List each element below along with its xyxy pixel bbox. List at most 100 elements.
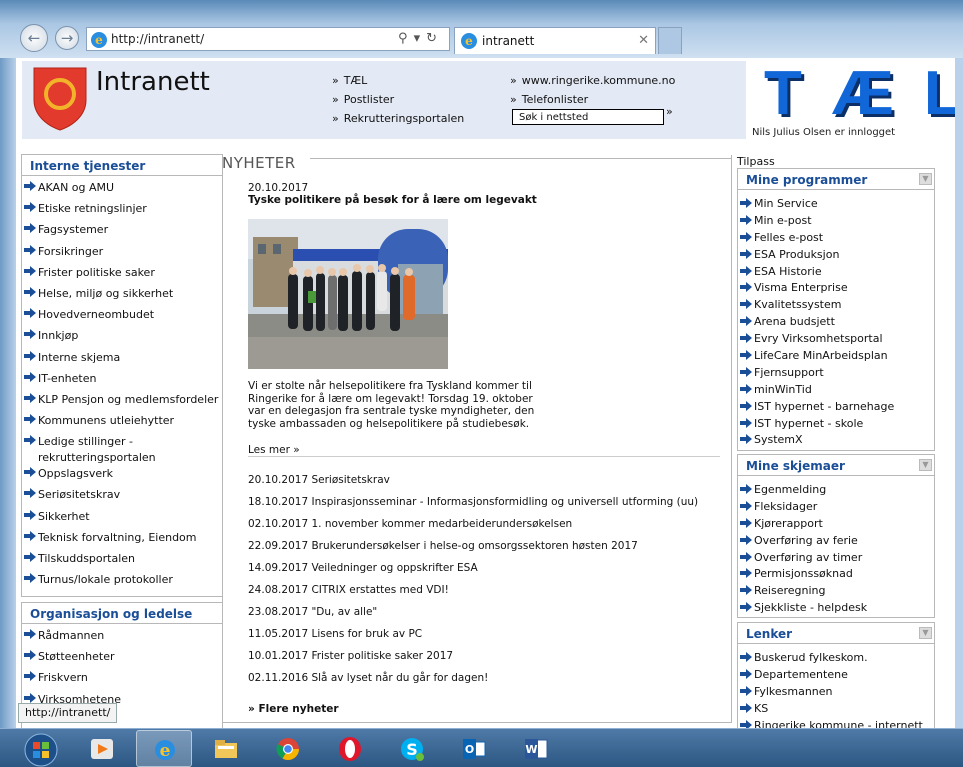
news-item-title[interactable]: CITRIX erstattes med VDI! <box>311 584 448 596</box>
lenke-item[interactable]: Ringerike kommune - internett <box>738 717 934 728</box>
taskbar-file-explorer[interactable] <box>198 730 254 767</box>
program-item[interactable]: Evry Virksomhetsportal <box>738 330 934 347</box>
organisasjon-item[interactable]: Friskvern <box>22 668 222 689</box>
program-item[interactable]: ESA Historie <box>738 263 934 280</box>
interne-tjenester-item[interactable]: Fagsystemer <box>22 220 222 241</box>
skjema-item[interactable]: Egenmelding <box>738 481 934 498</box>
program-item[interactable]: Felles e-post <box>738 229 934 246</box>
interne-tjenester-item[interactable]: Kommunens utleiehytter <box>22 411 222 432</box>
interne-tjenester-item[interactable]: Frister politiske saker <box>22 263 222 284</box>
program-item[interactable]: Visma Enterprise <box>738 279 934 296</box>
news-item-title[interactable]: Lisens for bruk av PC <box>311 628 422 640</box>
taskbar-chrome[interactable] <box>260 730 316 767</box>
address-bar[interactable]: e http://intranett/ ⚲▾↻ <box>86 27 450 51</box>
news-item[interactable]: 24.08.2017 CITRIX erstattes med VDI! <box>248 580 728 602</box>
program-label[interactable]: minWinTid <box>754 383 812 396</box>
program-item[interactable]: minWinTid <box>738 381 934 398</box>
program-item[interactable]: Kvalitetssystem <box>738 296 934 313</box>
news-item[interactable]: 02.10.2017 1. november kommer medarbeide… <box>248 514 728 536</box>
skjema-item[interactable]: Sjekkliste - helpdesk <box>738 599 934 616</box>
skjema-label[interactable]: Egenmelding <box>754 483 826 496</box>
taskbar-skype[interactable]: S <box>384 730 440 767</box>
lenke-label[interactable]: Ringerike kommune - internett <box>754 719 923 728</box>
featured-title[interactable]: Tyske politikere på besøk for å lære om … <box>248 194 537 206</box>
interne-tjenester-label[interactable]: Kommunens utleiehytter <box>38 414 174 427</box>
interne-tjenester-item[interactable]: Ledige stillinger - rekrutteringsportalen <box>22 432 222 464</box>
interne-tjenester-label[interactable]: Sikkerhet <box>38 510 90 523</box>
skjema-item[interactable]: Overføring av ferie <box>738 532 934 549</box>
interne-tjenester-label[interactable]: KLP Pensjon og medlemsfordeler <box>38 393 218 406</box>
browser-tab[interactable]: e intranett ✕ <box>454 27 656 54</box>
interne-tjenester-item[interactable]: Interne skjema <box>22 348 222 369</box>
organisasjon-label[interactable]: Friskvern <box>38 671 88 684</box>
search-go-button[interactable]: » <box>666 105 673 118</box>
site-search-input[interactable]: Søk i nettsted <box>512 109 664 125</box>
new-tab-button[interactable] <box>658 27 682 54</box>
news-item-title[interactable]: Brukerundersøkelser i helse-og omsorgsse… <box>311 540 637 552</box>
skjema-label[interactable]: Overføring av timer <box>754 551 862 564</box>
lenke-item[interactable]: Departementene <box>738 666 934 683</box>
interne-tjenester-label[interactable]: Seriøsitetskrav <box>38 488 120 501</box>
interne-tjenester-label[interactable]: Oppslagsverk <box>38 467 113 480</box>
program-label[interactable]: Arena budsjett <box>754 315 835 328</box>
collapse-icon[interactable]: ▼ <box>919 627 932 639</box>
news-item[interactable]: 10.01.2017 Frister politiske saker 2017 <box>248 646 728 668</box>
news-item[interactable]: 23.08.2017 "Du, av alle" <box>248 602 728 624</box>
taskbar-outlook[interactable]: O <box>446 730 502 767</box>
program-item[interactable]: Fjernsupport <box>738 364 934 381</box>
news-item-title[interactable]: Veiledninger og oppskrifter ESA <box>311 562 477 574</box>
interne-tjenester-item[interactable]: Teknisk forvaltning, Eiendom <box>22 528 222 549</box>
more-news-link[interactable]: » Flere nyheter <box>248 703 339 715</box>
program-item[interactable]: LifeCare MinArbeidsplan <box>738 347 934 364</box>
interne-tjenester-label[interactable]: Etiske retningslinjer <box>38 202 147 215</box>
news-item-title[interactable]: Frister politiske saker 2017 <box>311 650 453 662</box>
address-url[interactable]: http://intranett/ <box>111 32 204 46</box>
header-link-ringerike[interactable]: » www.ringerike.kommune.no <box>510 71 675 90</box>
read-more-link[interactable]: Les mer » <box>248 444 300 456</box>
taskbar-word[interactable]: W <box>508 730 564 767</box>
skjema-label[interactable]: Kjørerapport <box>754 517 823 530</box>
program-item[interactable]: IST hypernet - skole <box>738 415 934 432</box>
interne-tjenester-item[interactable]: AKAN og AMU <box>22 178 222 199</box>
skjema-label[interactable]: Reiseregning <box>754 584 825 597</box>
interne-tjenester-item[interactable]: Sikkerhet <box>22 507 222 528</box>
news-item-title[interactable]: 1. november kommer medarbeiderundersøkel… <box>311 518 572 530</box>
program-item[interactable]: SystemX <box>738 431 934 448</box>
interne-tjenester-item[interactable]: Etiske retningslinjer <box>22 199 222 220</box>
program-label[interactable]: ESA Historie <box>754 265 822 278</box>
interne-tjenester-label[interactable]: Forsikringer <box>38 245 103 258</box>
program-item[interactable]: IST hypernet - barnehage <box>738 398 934 415</box>
skjema-item[interactable]: Reiseregning <box>738 582 934 599</box>
skjema-label[interactable]: Fleksidager <box>754 500 817 513</box>
interne-tjenester-item[interactable]: Hovedverneombudet <box>22 305 222 326</box>
interne-tjenester-item[interactable]: IT-enheten <box>22 369 222 390</box>
interne-tjenester-label[interactable]: Helse, miljø og sikkerhet <box>38 287 173 300</box>
interne-tjenester-item[interactable]: Tilskuddsportalen <box>22 549 222 570</box>
interne-tjenester-item[interactable]: Helse, miljø og sikkerhet <box>22 284 222 305</box>
program-label[interactable]: Fjernsupport <box>754 366 824 379</box>
skjema-item[interactable]: Permisjonssøknad <box>738 565 934 582</box>
lenke-label[interactable]: Fylkesmannen <box>754 685 833 698</box>
news-item[interactable]: 02.11.2016 Slå av lyset når du går for d… <box>248 668 728 690</box>
interne-tjenester-label[interactable]: Teknisk forvaltning, Eiendom <box>38 531 197 544</box>
taskbar-internet-explorer[interactable]: e <box>136 730 192 767</box>
news-item-title[interactable]: "Du, av alle" <box>311 606 377 618</box>
organisasjon-item[interactable]: Rådmannen <box>22 626 222 647</box>
organisasjon-label[interactable]: Støtteenheter <box>38 650 115 663</box>
program-label[interactable]: Min Service <box>754 197 818 210</box>
featured-photo[interactable] <box>248 219 448 369</box>
taskbar-media-player[interactable] <box>74 730 130 767</box>
news-item-title[interactable]: Inspirasjonsseminar - Informasjonsformid… <box>311 496 698 508</box>
skjema-item[interactable]: Fleksidager <box>738 498 934 515</box>
interne-tjenester-label[interactable]: Frister politiske saker <box>38 266 155 279</box>
news-item-title[interactable]: Slå av lyset når du går for dagen! <box>311 672 488 684</box>
skjema-item[interactable]: Kjørerapport <box>738 515 934 532</box>
program-label[interactable]: IST hypernet - skole <box>754 417 863 430</box>
interne-tjenester-label[interactable]: Ledige stillinger - <box>38 435 133 448</box>
interne-tjenester-item[interactable]: Oppslagsverk <box>22 464 222 485</box>
tilpass-link[interactable]: Tilpass <box>737 155 775 168</box>
tael-logo[interactable]: TÆL Nils Julius Olsen er innlogget <box>746 61 955 141</box>
interne-tjenester-label[interactable]: IT-enheten <box>38 372 96 385</box>
program-label[interactable]: ESA Produksjon <box>754 248 839 261</box>
header-link-telefonlister[interactable]: » Telefonlister <box>510 90 675 109</box>
